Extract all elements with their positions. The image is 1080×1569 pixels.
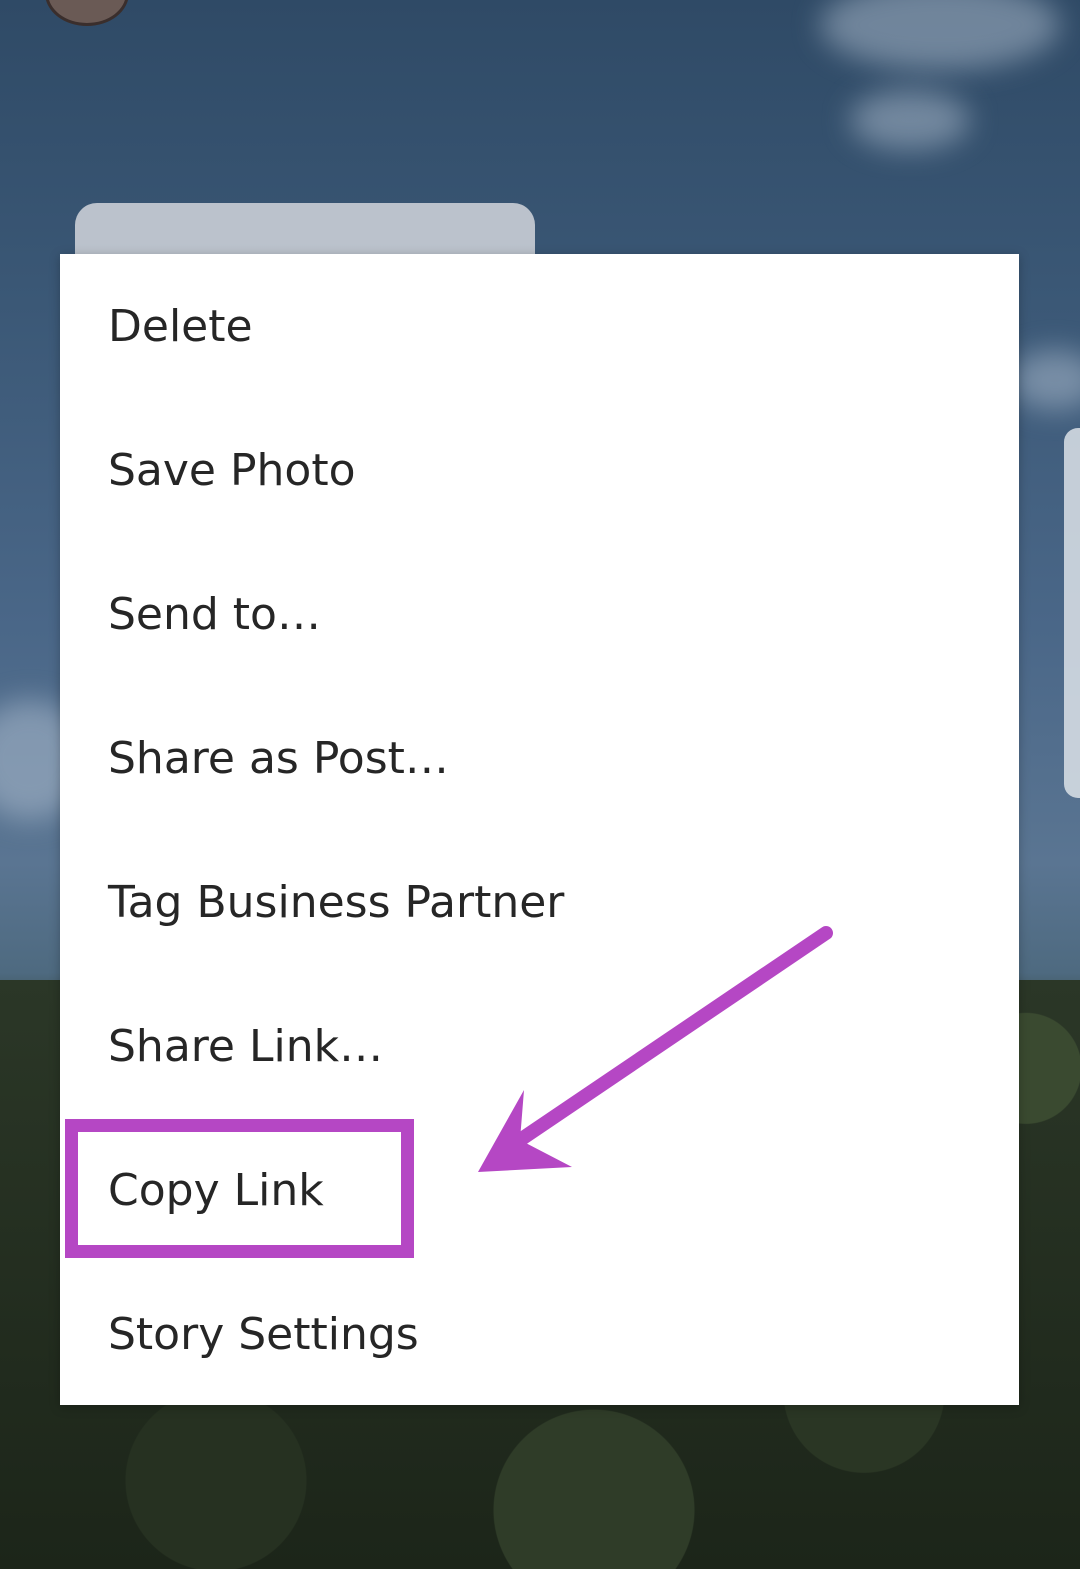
menu-item-label: Share as Post… xyxy=(108,732,449,784)
menu-item-save-photo[interactable]: Save Photo xyxy=(60,398,1019,542)
menu-item-share-as-post[interactable]: Share as Post… xyxy=(60,686,1019,830)
story-options-menu: Delete Save Photo Send to… Share as Post… xyxy=(60,254,1019,1405)
menu-item-label: Story Settings xyxy=(108,1308,419,1360)
menu-item-copy-link[interactable]: Copy Link xyxy=(60,1118,1019,1262)
menu-item-label: Tag Business Partner xyxy=(108,876,565,928)
menu-item-label: Delete xyxy=(108,300,253,352)
menu-item-label: Share Link… xyxy=(108,1020,384,1072)
redaction-smudge xyxy=(370,940,660,1070)
menu-item-delete[interactable]: Delete xyxy=(60,254,1019,398)
menu-item-label: Save Photo xyxy=(108,444,356,496)
menu-item-send-to[interactable]: Send to… xyxy=(60,542,1019,686)
cloud xyxy=(820,0,1060,70)
side-panel-handle xyxy=(1064,428,1080,798)
cloud xyxy=(1010,350,1080,410)
menu-item-label: Copy Link xyxy=(108,1164,324,1216)
menu-item-story-settings[interactable]: Story Settings xyxy=(60,1262,1019,1406)
menu-item-label: Send to… xyxy=(108,588,321,640)
cloud xyxy=(850,90,970,150)
